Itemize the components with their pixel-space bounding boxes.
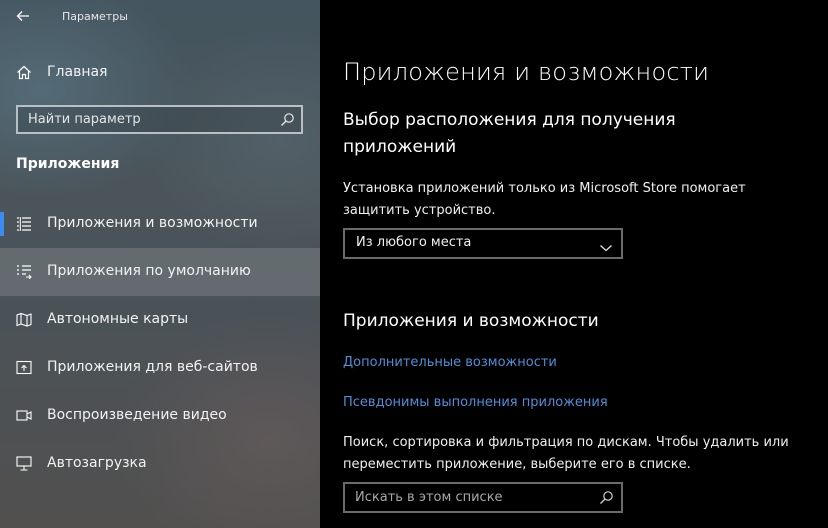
apps-description-line2: переместить приложение, выберите его в с… bbox=[343, 457, 691, 472]
optional-features-link[interactable]: Дополнительные возможности bbox=[343, 355, 557, 370]
apps-section-heading: Приложения и возможности bbox=[343, 311, 599, 331]
main-content: Приложения и возможности Выбор расположе… bbox=[320, 0, 828, 528]
sidebar-item-label: Воспроизведение видео bbox=[47, 407, 227, 423]
back-button[interactable] bbox=[8, 4, 38, 28]
sidebar-item-label: Приложения и возможности bbox=[47, 215, 258, 231]
sidebar-item-default-apps[interactable]: Приложения по умолчанию bbox=[0, 248, 320, 296]
search-icon[interactable] bbox=[280, 112, 295, 131]
install-description-line1: Установка приложений только из Microsoft… bbox=[343, 181, 746, 196]
offline-maps-icon bbox=[16, 312, 32, 331]
apps-description-line1: Поиск, сортировка и фильтрация по дискам… bbox=[343, 435, 789, 450]
sidebar-item-apps-for-websites[interactable]: Приложения для веб-сайтов bbox=[0, 344, 320, 392]
default-apps-icon bbox=[16, 264, 32, 283]
sidebar-item-label: Приложения по умолчанию bbox=[47, 263, 251, 279]
settings-search-input[interactable] bbox=[18, 107, 268, 132]
sidebar-section-heading: Приложения bbox=[16, 156, 120, 172]
sidebar-item-label: Автономные карты bbox=[47, 311, 189, 327]
apps-list-search-input[interactable] bbox=[345, 484, 585, 511]
home-label: Главная bbox=[47, 64, 108, 80]
execution-aliases-link[interactable]: Псевдонимы выполнения приложения bbox=[343, 395, 608, 410]
apps-list-search-box[interactable] bbox=[343, 482, 623, 513]
sidebar-item-apps-features[interactable]: Приложения и возможности bbox=[0, 200, 320, 248]
install-description-line2: защитить устройство. bbox=[343, 203, 496, 218]
back-arrow-icon bbox=[16, 11, 29, 21]
sidebar: Параметры Главная Приложения Приложени bbox=[0, 0, 320, 528]
startup-icon bbox=[16, 456, 32, 475]
dropdown-value: Из любого места bbox=[356, 235, 472, 250]
settings-search-box[interactable] bbox=[16, 105, 303, 134]
sidebar-item-video-playback[interactable]: Воспроизведение видео bbox=[0, 392, 320, 440]
window-title: Параметры bbox=[62, 10, 128, 23]
apps-list-icon bbox=[16, 216, 32, 235]
sidebar-item-label: Приложения для веб-сайтов bbox=[47, 359, 258, 375]
sidebar-item-home[interactable]: Главная bbox=[0, 58, 320, 88]
page-title: Приложения и возможности bbox=[343, 58, 710, 86]
home-icon bbox=[16, 65, 32, 84]
video-playback-icon bbox=[16, 408, 32, 427]
sidebar-item-startup[interactable]: Автозагрузка bbox=[0, 440, 320, 488]
sidebar-item-label: Автозагрузка bbox=[47, 455, 147, 471]
sidebar-item-offline-maps[interactable]: Автономные карты bbox=[0, 296, 320, 344]
app-source-dropdown[interactable]: Из любого места bbox=[343, 228, 623, 259]
install-section-heading-line2: приложений bbox=[343, 137, 457, 157]
title-bar: Параметры bbox=[0, 0, 320, 34]
install-section-heading-line1: Выбор расположения для получения bbox=[343, 110, 676, 130]
selection-indicator bbox=[0, 212, 4, 236]
search-icon[interactable] bbox=[599, 490, 614, 509]
apps-for-websites-icon bbox=[16, 360, 32, 379]
chevron-down-icon bbox=[599, 238, 613, 257]
